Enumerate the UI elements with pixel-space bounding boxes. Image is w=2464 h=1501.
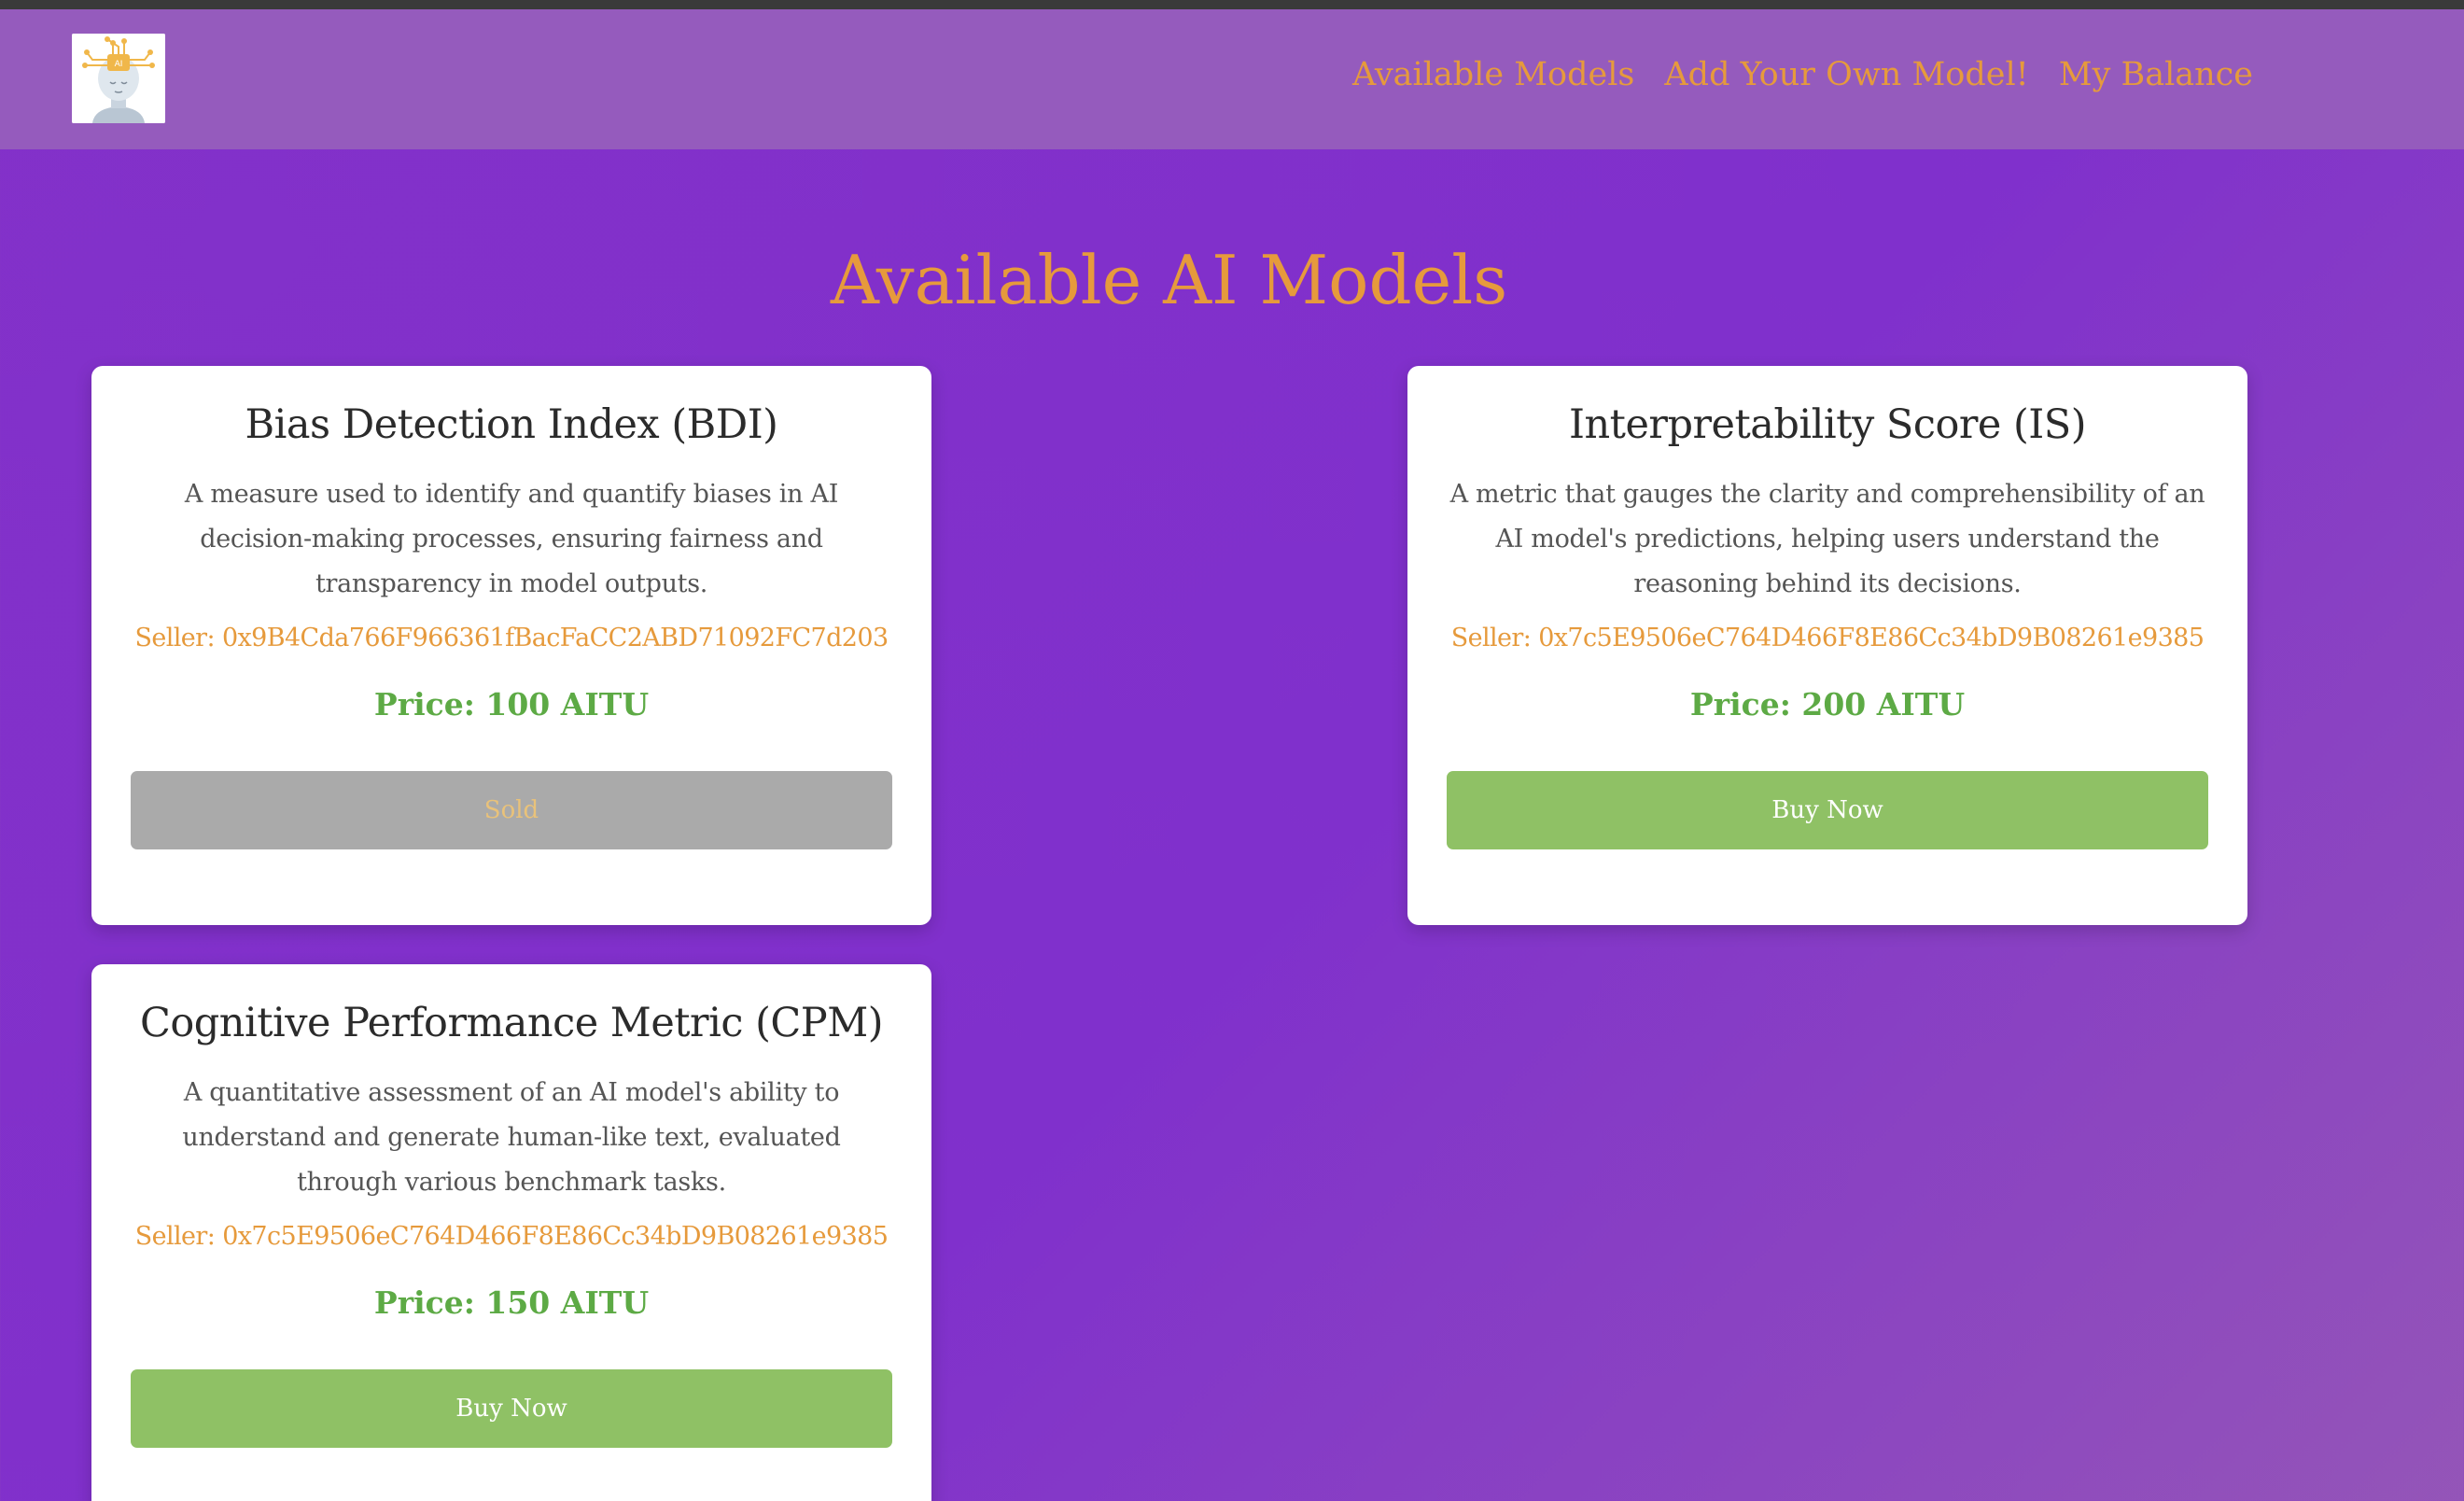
model-seller: Seller: 0x7c5E9506eC764D466F8E86Cc34bD9B… bbox=[134, 1222, 889, 1251]
model-title: Interpretability Score (IS) bbox=[1568, 401, 2087, 448]
page-title: Available AI Models bbox=[830, 241, 1508, 319]
nav-link-my-balance[interactable]: My Balance bbox=[2059, 56, 2253, 93]
navbar: AI Available Models Add Your Own Model! … bbox=[0, 9, 2464, 149]
buy-now-button[interactable]: Buy Now bbox=[131, 1369, 892, 1448]
ai-head-icon: AI bbox=[72, 34, 165, 123]
model-seller: Seller: 0x9B4Cda766F966361fBacFaCC2ABD71… bbox=[134, 624, 889, 652]
model-description: A quantitative assessment of an AI model… bbox=[182, 1078, 841, 1197]
window-top-edge bbox=[0, 0, 2464, 9]
model-card: Bias Detection Index (BDI) A measure use… bbox=[91, 366, 931, 925]
nav-links: Available Models Add Your Own Model! My … bbox=[1352, 56, 2253, 93]
model-description: A metric that gauges the clarity and com… bbox=[1449, 480, 2205, 598]
logo[interactable]: AI bbox=[72, 34, 165, 123]
model-card: Cognitive Performance Metric (CPM) A qua… bbox=[91, 964, 931, 1501]
model-seller: Seller: 0x7c5E9506eC764D466F8E86Cc34bD9B… bbox=[1450, 624, 2205, 652]
model-price: Price: 150 AITU bbox=[373, 1284, 650, 1321]
buy-now-button[interactable]: Buy Now bbox=[1447, 771, 2208, 849]
model-title: Bias Detection Index (BDI) bbox=[245, 401, 778, 448]
model-title: Cognitive Performance Metric (CPM) bbox=[139, 1000, 884, 1046]
sold-button: Sold bbox=[131, 771, 892, 849]
model-description: A measure used to identify and quantify … bbox=[184, 480, 839, 598]
svg-text:AI: AI bbox=[115, 60, 123, 69]
nav-link-add-model[interactable]: Add Your Own Model! bbox=[1664, 56, 2028, 93]
model-price: Price: 100 AITU bbox=[373, 686, 650, 722]
model-price: Price: 200 AITU bbox=[1689, 686, 1966, 722]
model-card: Interpretability Score (IS) A metric tha… bbox=[1407, 366, 2247, 925]
nav-link-available-models[interactable]: Available Models bbox=[1352, 56, 1634, 93]
